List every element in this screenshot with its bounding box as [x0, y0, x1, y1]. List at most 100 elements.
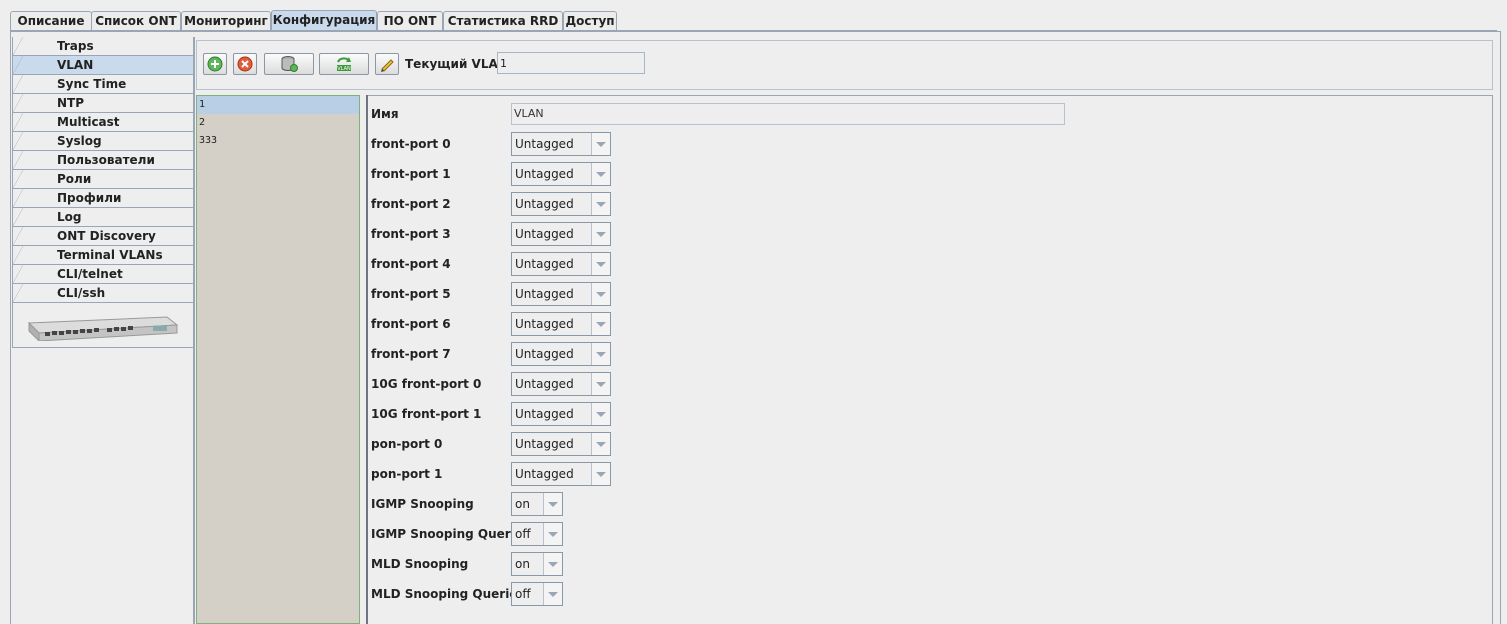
delete-vlan-button[interactable]: [233, 53, 257, 75]
sidebar-item-cli-ssh[interactable]: CLI/ssh: [12, 284, 194, 303]
pencil-icon: [381, 59, 394, 72]
panel-edge: [366, 95, 368, 624]
port-mode-value: Untagged: [512, 283, 592, 305]
mld-snooping-label: MLD Snooping: [371, 557, 469, 571]
port-mode-select[interactable]: Untagged: [511, 222, 611, 246]
sidebar-item-ont-discovery[interactable]: ONT Discovery: [12, 227, 194, 246]
chevron-down-icon[interactable]: [592, 343, 610, 365]
chevron-down-icon[interactable]: [592, 133, 610, 155]
igmp-snooping-label: IGMP Snooping: [371, 497, 474, 511]
tab-access[interactable]: Доступ: [563, 11, 617, 30]
chevron-down-icon[interactable]: [592, 433, 610, 455]
edit-vlan-button[interactable]: [375, 53, 399, 75]
chevron-down-icon[interactable]: [592, 253, 610, 275]
igmp-snooping-select[interactable]: on: [511, 492, 563, 516]
mld-querier-row: MLD Snooping Querier off: [371, 582, 563, 606]
sidebar-item-vlan[interactable]: VLAN: [12, 56, 194, 75]
port-mode-select[interactable]: Untagged: [511, 162, 611, 186]
port-label: front-port 2: [371, 197, 451, 211]
add-vlan-button[interactable]: [203, 53, 227, 75]
port-mode-value: Untagged: [512, 253, 592, 275]
port-mode-select[interactable]: Untagged: [511, 372, 611, 396]
sidebar-item-profiles[interactable]: Профили: [12, 189, 194, 208]
device-image: [12, 303, 194, 348]
port-row: pon-port 0 Untagged: [371, 432, 611, 456]
port-mode-select[interactable]: Untagged: [511, 192, 611, 216]
chevron-down-icon[interactable]: [592, 373, 610, 395]
igmp-snooping-value: on: [512, 493, 544, 515]
chevron-down-icon[interactable]: [592, 463, 610, 485]
save-config-button[interactable]: [264, 53, 314, 75]
mld-querier-select[interactable]: off: [511, 582, 563, 606]
port-mode-select[interactable]: Untagged: [511, 402, 611, 426]
port-mode-value: Untagged: [512, 193, 592, 215]
port-mode-select[interactable]: Untagged: [511, 252, 611, 276]
port-label: front-port 0: [371, 137, 451, 151]
chevron-down-icon[interactable]: [592, 223, 610, 245]
tab-ont-list[interactable]: Список ONT: [91, 11, 181, 30]
chevron-down-icon[interactable]: [592, 283, 610, 305]
sidebar-item-roles[interactable]: Роли: [12, 170, 194, 189]
sidebar-item-multicast[interactable]: Multicast: [12, 113, 194, 132]
sidebar-item-ntp[interactable]: NTP: [12, 94, 194, 113]
port-row: front-port 0 Untagged: [371, 132, 611, 156]
port-label: pon-port 1: [371, 467, 443, 481]
sidebar-divider[interactable]: [193, 37, 195, 624]
port-mode-select[interactable]: Untagged: [511, 462, 611, 486]
vlan-name-field[interactable]: VLAN: [511, 103, 1065, 125]
name-label: Имя: [371, 107, 399, 121]
port-row: 10G front-port 1 Untagged: [371, 402, 611, 426]
port-mode-select[interactable]: Untagged: [511, 432, 611, 456]
vlan-list-item[interactable]: 2: [197, 114, 359, 132]
port-mode-value: Untagged: [512, 433, 592, 455]
mld-snooping-select[interactable]: on: [511, 552, 563, 576]
mld-snooping-value: on: [512, 553, 544, 575]
port-row: pon-port 1 Untagged: [371, 462, 611, 486]
port-label: front-port 6: [371, 317, 451, 331]
sidebar-item-terminal-vlans[interactable]: Terminal VLANs: [12, 246, 194, 265]
sidebar-item-syslog[interactable]: Syslog: [12, 132, 194, 151]
delete-icon: [237, 56, 253, 72]
port-label: front-port 3: [371, 227, 451, 241]
port-label: pon-port 0: [371, 437, 443, 451]
port-mode-select[interactable]: Untagged: [511, 282, 611, 306]
port-label: front-port 1: [371, 167, 451, 181]
vlan-list-item[interactable]: 1: [197, 96, 359, 114]
tab-description[interactable]: Описание: [10, 11, 92, 30]
port-mode-select[interactable]: Untagged: [511, 132, 611, 156]
tab-monitoring[interactable]: Мониторинг: [181, 11, 271, 30]
port-mode-value: Untagged: [512, 313, 592, 335]
chevron-down-icon[interactable]: [544, 583, 562, 605]
chevron-down-icon[interactable]: [544, 553, 562, 575]
vlan-list: 1 2 333: [196, 95, 360, 624]
port-mode-value: Untagged: [512, 343, 592, 365]
vlan-detail-panel: Имя VLAN front-port 0 Untagged front-por…: [366, 95, 1493, 624]
port-row: front-port 1 Untagged: [371, 162, 611, 186]
tab-configuration[interactable]: Конфигурация: [271, 10, 377, 31]
vlan-list-item[interactable]: 333: [197, 132, 359, 150]
mld-snooping-row: MLD Snooping on: [371, 552, 563, 576]
svg-text:VLAN: VLAN: [337, 66, 351, 72]
chevron-down-icon[interactable]: [592, 193, 610, 215]
port-mode-value: Untagged: [512, 223, 592, 245]
sidebar-item-users[interactable]: Пользователи: [12, 151, 194, 170]
port-mode-value: Untagged: [512, 373, 592, 395]
tab-rrd-statistics[interactable]: Статистика RRD: [443, 11, 563, 30]
current-vlan-field: 1: [497, 52, 645, 74]
tab-ont-firmware[interactable]: ПО ONT: [377, 11, 443, 30]
port-mode-select[interactable]: Untagged: [511, 312, 611, 336]
sidebar-item-sync-time[interactable]: Sync Time: [12, 75, 194, 94]
igmp-querier-select[interactable]: off: [511, 522, 563, 546]
vlan-toolbar: VLAN Текущий VLAN: 1: [196, 40, 1493, 90]
chevron-down-icon[interactable]: [592, 403, 610, 425]
refresh-vlan-button[interactable]: VLAN: [319, 53, 369, 75]
chevron-down-icon[interactable]: [592, 313, 610, 335]
sidebar-item-traps[interactable]: Traps: [12, 37, 194, 56]
sidebar-item-log[interactable]: Log: [12, 208, 194, 227]
port-mode-select[interactable]: Untagged: [511, 342, 611, 366]
chevron-down-icon[interactable]: [544, 493, 562, 515]
chevron-down-icon[interactable]: [592, 163, 610, 185]
sidebar-item-cli-telnet[interactable]: CLI/telnet: [12, 265, 194, 284]
port-label: front-port 4: [371, 257, 451, 271]
chevron-down-icon[interactable]: [544, 523, 562, 545]
